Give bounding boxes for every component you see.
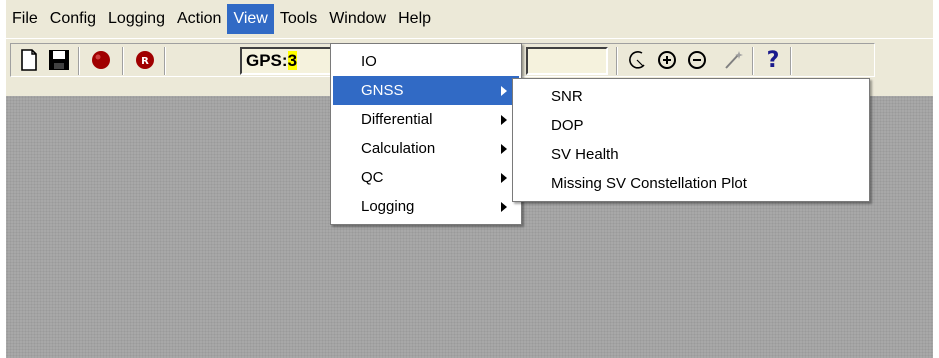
gnss-menu-item-sv-health[interactable]: SV Health [515,140,867,169]
menu-item-label: Calculation [361,140,436,157]
record-r-icon[interactable]: R [132,47,158,73]
toolbar-separator [616,47,618,75]
menu-item-label: SNR [551,88,583,105]
gnss-menu-item-dop[interactable]: DOP [515,111,867,140]
view-menu-item-calculation[interactable]: Calculation [333,134,519,163]
menu-help[interactable]: Help [392,4,437,34]
gps-value: 3 [287,51,298,70]
menu-tools[interactable]: Tools [274,4,323,34]
menu-view[interactable]: View [227,4,274,34]
svg-text:R: R [141,56,149,67]
toolbar-separator [164,47,166,75]
view-menu-item-qc[interactable]: QC [333,163,519,192]
toolbar-separator [122,47,124,75]
menu-window[interactable]: Window [323,4,392,34]
menu-logging[interactable]: Logging [102,4,171,34]
menu-item-label: GNSS [361,82,404,99]
menu-item-label: Missing SV Constellation Plot [551,175,747,192]
toolbar-separator [752,47,754,75]
view-menu-item-differential[interactable]: Differential [333,105,519,134]
help-icon[interactable]: ? [760,47,786,73]
gps-label: GPS: [246,51,288,70]
new-file-icon[interactable] [16,47,42,73]
submenu-arrow-icon [501,173,507,183]
zoom-out-icon[interactable] [684,47,710,73]
submenu-arrow-icon [501,115,507,125]
wand-icon[interactable] [720,47,746,73]
gnss-submenu: SNR DOP SV Health Missing SV Constellati… [512,78,870,202]
menu-config[interactable]: Config [44,4,102,34]
view-menu-item-io[interactable]: IO [333,47,519,76]
submenu-arrow-icon [501,86,507,96]
toolbar-separator [78,47,80,75]
menu-action[interactable]: Action [171,4,227,34]
gnss-menu-item-missing-sv-constellation-plot[interactable]: Missing SV Constellation Plot [515,169,867,198]
menu-file[interactable]: File [6,4,44,34]
view-menu-item-gnss[interactable]: GNSS [333,76,519,105]
toolbar-separator [790,47,792,75]
record-icon[interactable] [88,47,114,73]
view-menu-item-logging[interactable]: Logging [333,192,519,221]
menu-item-label: SV Health [551,146,619,163]
menu-item-label: IO [361,53,377,70]
view-menu: IO GNSS Differential Calculation QC Logg… [330,43,522,225]
menu-item-label: DOP [551,117,584,134]
status-field [526,47,608,75]
menu-item-label: Logging [361,198,415,215]
submenu-arrow-icon [501,202,507,212]
menu-item-label: Differential [361,111,433,128]
submenu-arrow-icon [501,144,507,154]
zoom-in-icon[interactable] [654,47,680,73]
arc-icon[interactable] [624,47,650,73]
menu-item-label: QC [361,169,384,186]
gnss-menu-item-snr[interactable]: SNR [515,82,867,111]
save-disk-icon[interactable] [46,47,72,73]
menubar: File Config Logging Action View Tools Wi… [6,0,933,38]
